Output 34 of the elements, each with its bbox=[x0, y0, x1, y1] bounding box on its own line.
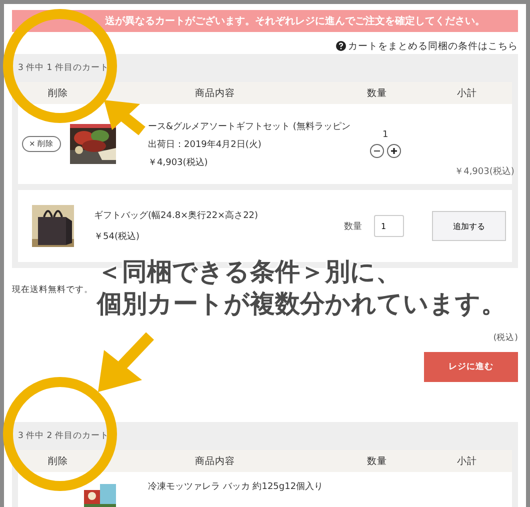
help-link[interactable]: カートをまとめる同梱の条件はこちら bbox=[348, 40, 518, 52]
product-name: ース&グルメアソートギフトセット (無料ラッピン bbox=[148, 120, 350, 132]
add-button[interactable]: 追加する bbox=[432, 211, 506, 241]
ship-date: 出荷日：2019年4月2日(火) bbox=[148, 138, 262, 150]
help-icon bbox=[336, 41, 346, 51]
product-price: ￥54(税込) bbox=[94, 230, 140, 243]
quantity-field[interactable]: 1 bbox=[374, 215, 404, 237]
subtotal: ￥4,903(税込) bbox=[454, 167, 514, 177]
plus-button[interactable] bbox=[386, 144, 401, 158]
minus-button[interactable] bbox=[370, 144, 384, 158]
cart-title: 3 件中 2 件目のカート bbox=[18, 430, 109, 442]
column-header: 削除 bbox=[47, 454, 69, 468]
checkout-button[interactable]: レジに進む bbox=[424, 352, 518, 382]
column-header: 数量 bbox=[366, 454, 388, 468]
column-header: 商品内容 bbox=[194, 86, 236, 100]
product-name: 冷凍モッツァレラ バッカ 約125g12個入り bbox=[148, 480, 324, 493]
column-header: 削除 bbox=[47, 86, 69, 100]
alert-banner: 送が異なるカートがございます。それぞれレジに進んでご注文を確定してください。 bbox=[12, 10, 518, 32]
caption-text: ＜同梱できる条件＞別に、 bbox=[97, 256, 402, 288]
arrow bbox=[98, 332, 154, 392]
product-name: ギフトバッグ(幅24.8×奥行22×高さ22) bbox=[94, 210, 260, 222]
caption-text: 個別カートが複数分かれています。 bbox=[97, 288, 506, 320]
arrow bbox=[104, 100, 146, 136]
shipping-note: 現在送料無料です。 bbox=[12, 284, 93, 297]
cart-title: 3 件中 1 件目のカート bbox=[18, 62, 109, 74]
product-price: ￥4,903(税込) bbox=[148, 156, 209, 168]
column-header: 数量 bbox=[366, 86, 388, 100]
quantity-value: 1 bbox=[382, 130, 388, 140]
column-header: 小計 bbox=[456, 86, 478, 100]
tax-note: (税込) bbox=[493, 332, 518, 345]
column-header: 小計 bbox=[456, 454, 478, 468]
plus-icon bbox=[390, 147, 398, 155]
column-header: 商品内容 bbox=[194, 454, 236, 468]
quantity-label: 数量 bbox=[344, 220, 362, 232]
